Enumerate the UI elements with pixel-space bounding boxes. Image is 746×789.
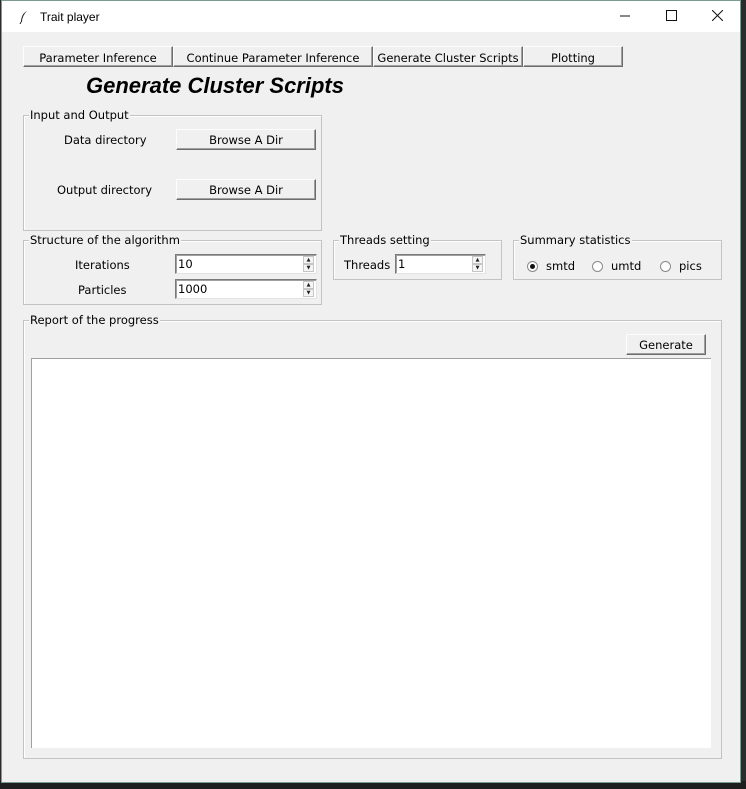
spin-down-icon[interactable]: ▼	[472, 264, 483, 272]
algorithm-structure-group: Structure of the algorithm Iterations 10…	[23, 233, 322, 305]
radio-pics[interactable]: pics	[660, 259, 702, 273]
summary-statistics-group: Summary statistics smtd umtd pics	[513, 233, 722, 280]
radio-umtd[interactable]: umtd	[592, 259, 641, 273]
radio-label: umtd	[611, 259, 642, 273]
radio-button[interactable]	[592, 260, 603, 272]
app-window: Trait player Parameter Inference Continu…	[1, 0, 741, 783]
data-directory-label: Data directory	[64, 133, 147, 147]
threads-label: Threads	[344, 258, 391, 272]
radio-button[interactable]	[660, 260, 671, 272]
feather-icon	[18, 10, 30, 24]
maximize-button[interactable]	[648, 1, 694, 32]
tab-generate-cluster-scripts[interactable]: Generate Cluster Scripts	[373, 46, 523, 67]
group-legend: Input and Output	[29, 108, 130, 122]
spin-up-icon[interactable]: ▲	[472, 256, 483, 264]
radio-label: smtd	[546, 259, 576, 273]
tab-parameter-inference[interactable]: Parameter Inference	[23, 46, 173, 67]
minimize-icon	[619, 9, 631, 25]
input-output-group: Input and Output Data directory Browse A…	[23, 108, 322, 231]
particles-spinbox[interactable]: 1000 ▲ ▼	[175, 279, 317, 299]
iterations-label: Iterations	[75, 258, 130, 272]
threads-setting-group: Threads setting Threads 1 ▲ ▼	[333, 233, 502, 280]
threads-value[interactable]: 1	[396, 257, 472, 271]
spin-down-icon[interactable]: ▼	[303, 289, 314, 297]
particles-label: Particles	[78, 283, 127, 297]
spin-down-icon[interactable]: ▼	[303, 264, 314, 272]
page-title: Generate Cluster Scripts	[86, 73, 344, 98]
window-title: Trait player	[40, 9, 100, 24]
group-legend: Threads setting	[339, 233, 431, 247]
radio-label: pics	[679, 259, 702, 273]
spin-up-icon[interactable]: ▲	[303, 256, 314, 264]
tab-plotting[interactable]: Plotting	[523, 46, 623, 67]
tab-bar: Parameter Inference Continue Parameter I…	[23, 46, 623, 67]
spin-up-icon[interactable]: ▲	[303, 281, 314, 289]
browse-output-dir-button[interactable]: Browse A Dir	[176, 179, 316, 200]
group-legend: Structure of the algorithm	[29, 233, 181, 247]
radio-smtd[interactable]: smtd	[527, 259, 575, 273]
browse-data-dir-button[interactable]: Browse A Dir	[176, 129, 316, 150]
maximize-icon	[665, 9, 677, 25]
radio-button-selected[interactable]	[527, 260, 538, 272]
iterations-spinbox[interactable]: 10 ▲ ▼	[175, 254, 317, 274]
spin-arrows: ▲ ▼	[303, 281, 314, 297]
close-icon	[711, 9, 723, 25]
generate-button[interactable]: Generate	[626, 334, 706, 355]
group-legend: Summary statistics	[519, 233, 632, 247]
title-bar[interactable]: Trait player	[2, 1, 740, 32]
spin-arrows: ▲ ▼	[303, 256, 314, 272]
window-controls	[602, 1, 740, 32]
threads-spinbox[interactable]: 1 ▲ ▼	[395, 254, 486, 274]
tab-continue-parameter-inference[interactable]: Continue Parameter Inference	[173, 46, 373, 67]
spin-arrows: ▲ ▼	[472, 256, 483, 272]
output-directory-label: Output directory	[57, 183, 153, 197]
particles-value[interactable]: 1000	[176, 282, 303, 296]
minimize-button[interactable]	[602, 1, 648, 32]
report-text-area[interactable]	[31, 358, 711, 748]
iterations-value[interactable]: 10	[176, 257, 303, 271]
group-legend: Report of the progress	[29, 313, 160, 327]
close-button[interactable]	[694, 1, 740, 32]
